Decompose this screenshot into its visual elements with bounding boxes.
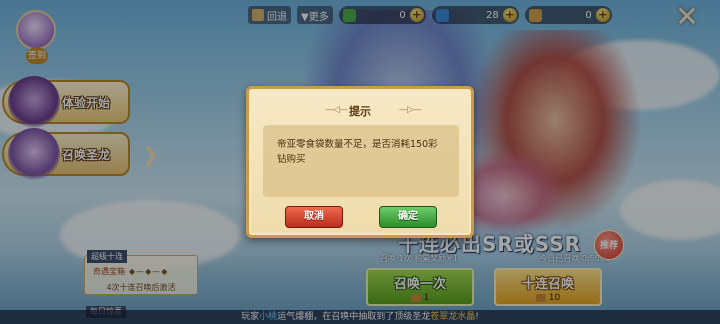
prompt-dialog: —◁— 提示 —▷— 帝亚零食袋数量不足，是否消耗150彩钻购买 取消 确定 xyxy=(246,86,474,238)
confirm-button[interactable]: 确定 xyxy=(379,206,437,228)
dialog-message-box: 帝亚零食袋数量不足，是否消耗150彩钻购买 xyxy=(263,125,459,197)
title-ornament-right: —▷— xyxy=(399,105,422,115)
cancel-button[interactable]: 取消 xyxy=(285,206,343,228)
dialog-message: 帝亚零食袋数量不足，是否消耗150彩钻购买 xyxy=(277,139,438,165)
